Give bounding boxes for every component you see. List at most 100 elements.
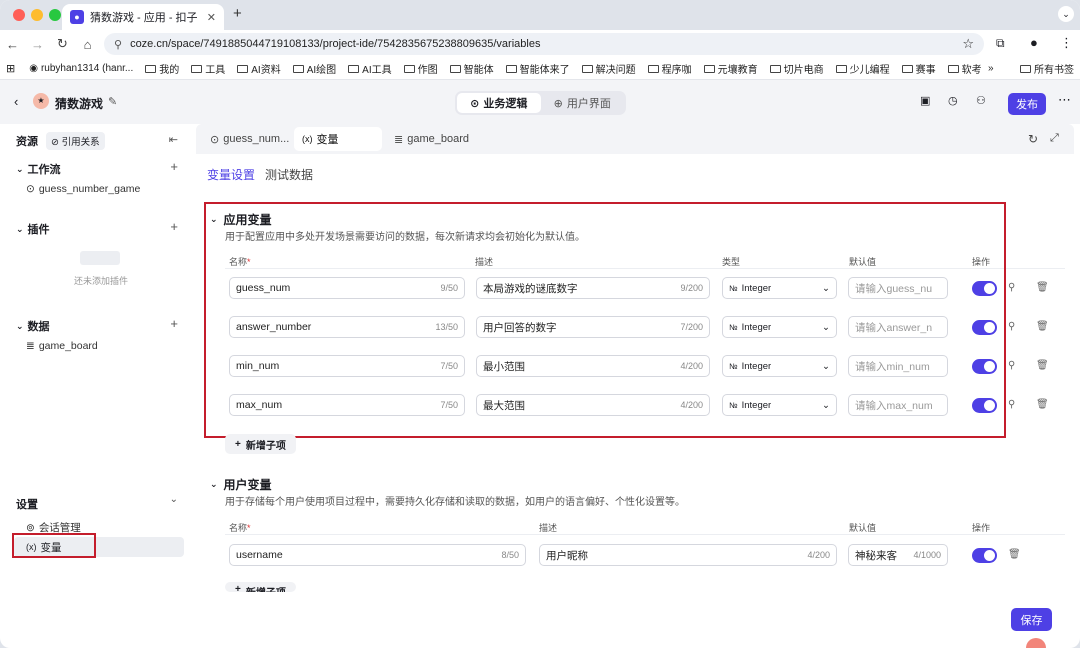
github-icon: ◉ <box>29 63 38 74</box>
add-user-variable-button[interactable]: +新增子项 <box>225 582 296 592</box>
workflow-item[interactable]: ⊙ guess_number_game <box>26 183 140 195</box>
extensions-icon[interactable]: ⧉ <box>996 36 1005 51</box>
bookmark-item[interactable]: ◉ rubyhan1314 (hanr... <box>29 63 133 74</box>
settings-section[interactable]: 设置 <box>16 496 38 512</box>
tab-game-board[interactable]: ≣ game_board <box>386 127 477 151</box>
bookmarks-bar: ⊞ ◉ rubyhan1314 (hanr... 我的 工具 AI资料 AI绘图 … <box>0 58 1080 80</box>
home-icon[interactable]: ⌂ <box>75 37 100 52</box>
data-item[interactable]: ≣ game_board <box>26 340 98 352</box>
bookmark-item[interactable]: 赛事 <box>901 61 936 76</box>
bookmark-item[interactable]: 智能体来了 <box>505 61 570 76</box>
workflow-section[interactable]: ⌄ 工作流 <box>16 161 61 177</box>
url-text: coze.cn/space/7491885044719108133/projec… <box>130 38 541 50</box>
new-tab-icon[interactable]: + <box>233 5 242 22</box>
bookmark-item[interactable]: 软考 <box>947 61 982 76</box>
save-button[interactable]: 保存 <box>1011 608 1052 631</box>
tab-bar: ● 猜数游戏 - 应用 - 扣子 ✕ + ⌄ <box>0 0 1080 30</box>
maximize-window-button[interactable] <box>49 9 61 21</box>
tab-user-interface[interactable]: ⊕ 用户界面 <box>541 93 625 113</box>
back-icon[interactable]: ← <box>0 37 25 52</box>
tab-guess-num[interactable]: ⊙ guess_num... <box>202 127 297 151</box>
references-button[interactable]: ⊘ 引用关系 <box>46 132 105 150</box>
edit-icon[interactable]: ✎ <box>108 95 117 108</box>
subtab-variable-settings[interactable]: 变量设置 <box>207 166 255 183</box>
node-link-icon[interactable]: ⚲ <box>1008 399 1015 410</box>
history-icon[interactable]: ◷ <box>948 94 958 107</box>
collapse-sidebar-icon[interactable]: ⇤ <box>169 133 178 146</box>
delete-icon[interactable]: 🗑 <box>1036 360 1049 371</box>
archive-icon[interactable]: ▣ <box>920 94 930 107</box>
data-section[interactable]: ⌄ 数据 <box>16 318 50 334</box>
bookmark-item[interactable]: AI工具 <box>348 61 392 76</box>
close-window-button[interactable] <box>13 9 25 21</box>
tab-business-logic[interactable]: ⊙ 业务逻辑 <box>457 93 541 113</box>
user-var-default-input[interactable]: 神秘来客 4/1000 <box>848 544 948 566</box>
app-header: ‹ ★ 猜数游戏 ✎ ⊙ 业务逻辑 ⊕ 用户界面 ▣ ◷ ⚇ 发布 ⋯ <box>0 80 1080 124</box>
session-icon: ⊚ <box>26 521 35 534</box>
collaborators-icon[interactable]: ⚇ <box>976 94 986 107</box>
editor-panel: ⊙ guess_num... (x) 变量 ≣ game_board ↻ ⤢ 变量设置… <box>196 124 1074 642</box>
bookmark-item[interactable]: 元壤教育 <box>703 61 758 76</box>
refresh-icon[interactable]: ↻ <box>1028 132 1038 146</box>
minimize-window-button[interactable] <box>31 9 43 21</box>
browser-tab[interactable]: ● 猜数游戏 - 应用 - 扣子 ✕ <box>62 4 224 30</box>
bookmark-item[interactable]: 切片电商 <box>769 61 824 76</box>
node-link-icon[interactable]: ⚲ <box>1008 360 1015 371</box>
app-title: 猜数游戏 <box>55 97 104 111</box>
bookmarks-more-button[interactable]: » <box>988 63 994 74</box>
url-field[interactable]: ⚲ coze.cn/space/7491885044719108133/proj… <box>104 33 984 55</box>
user-var-enable-toggle[interactable] <box>972 548 997 563</box>
tab-search-icon[interactable]: ⌄ <box>1058 6 1074 22</box>
bookmark-item[interactable]: 少儿编程 <box>835 61 890 76</box>
bookmark-item[interactable]: 工具 <box>191 61 225 76</box>
plugin-section[interactable]: ⌄ 插件 <box>16 221 50 237</box>
folder-icon <box>348 64 360 73</box>
forward-icon[interactable]: → <box>25 37 50 52</box>
profile-icon[interactable]: ● <box>1030 35 1038 50</box>
variable-icon: (x) <box>302 134 313 144</box>
expand-icon[interactable]: ⤢ <box>1050 132 1059 145</box>
add-workflow-icon[interactable]: + <box>170 159 178 174</box>
close-tab-icon[interactable]: ✕ <box>207 11 216 24</box>
reload-icon[interactable]: ↻ <box>50 36 75 52</box>
logic-icon: ⊙ <box>470 97 480 110</box>
folder-icon <box>505 64 517 73</box>
delete-icon[interactable]: 🗑 <box>1008 549 1021 560</box>
plugin-empty-text: 还未添加插件 <box>74 276 129 286</box>
folder-icon <box>145 64 157 73</box>
resources-header: 资源 ⊘ 引用关系 <box>16 132 105 150</box>
delete-icon[interactable]: 🗑 <box>1036 321 1049 332</box>
user-var-name-input[interactable]: username 8/50 <box>229 544 526 566</box>
site-info-icon[interactable]: ⚲ <box>114 38 122 51</box>
bookmark-item[interactable]: 程序咖 <box>647 61 692 76</box>
back-chevron-icon[interactable]: ‹ <box>14 94 18 109</box>
delete-icon[interactable]: 🗑 <box>1036 282 1049 293</box>
add-plugin-icon[interactable]: + <box>170 219 178 234</box>
bookmark-item[interactable]: 智能体 <box>449 61 494 76</box>
more-icon[interactable]: ⋯ <box>1058 92 1071 108</box>
add-data-icon[interactable]: + <box>170 316 178 331</box>
settings-chevron-icon[interactable]: ⌄ <box>170 494 178 505</box>
node-link-icon[interactable]: ⚲ <box>1008 282 1015 293</box>
delete-icon[interactable]: 🗑 <box>1036 399 1049 410</box>
subtab-test-data[interactable]: 测试数据 <box>265 166 313 183</box>
bookmark-item[interactable]: AI绘图 <box>292 61 336 76</box>
user-variables-title[interactable]: ⌄ 用户变量 <box>210 476 272 493</box>
bookmark-item[interactable]: 作图 <box>403 61 438 76</box>
folder-icon <box>237 64 249 73</box>
database-icon: ≣ <box>26 340 35 352</box>
bookmark-item[interactable]: 我的 <box>145 61 179 76</box>
bookmark-item[interactable]: 解决问题 <box>581 61 636 76</box>
node-link-icon[interactable]: ⚲ <box>1008 321 1015 332</box>
resource-sidebar: 资源 ⊘ 引用关系 ⇤ ⌄ 工作流 + ⊙ guess_number_game ⌄ 插… <box>6 124 190 642</box>
add-app-variable-button[interactable]: + 新增子项 <box>225 434 296 454</box>
folder-icon <box>581 64 593 73</box>
apps-grid-icon[interactable]: ⊞ <box>6 62 15 75</box>
user-var-desc-input[interactable]: 用户昵称 4/200 <box>539 544 837 566</box>
publish-button[interactable]: 发布 <box>1008 93 1046 115</box>
bookmark-item[interactable]: AI资料 <box>237 61 281 76</box>
all-bookmarks[interactable]: 所有书签 <box>1020 61 1074 76</box>
menu-icon[interactable]: ⋮ <box>1060 35 1073 51</box>
tab-variables[interactable]: (x) 变量 <box>294 127 382 151</box>
bookmark-star-icon[interactable]: ☆ <box>962 36 974 52</box>
